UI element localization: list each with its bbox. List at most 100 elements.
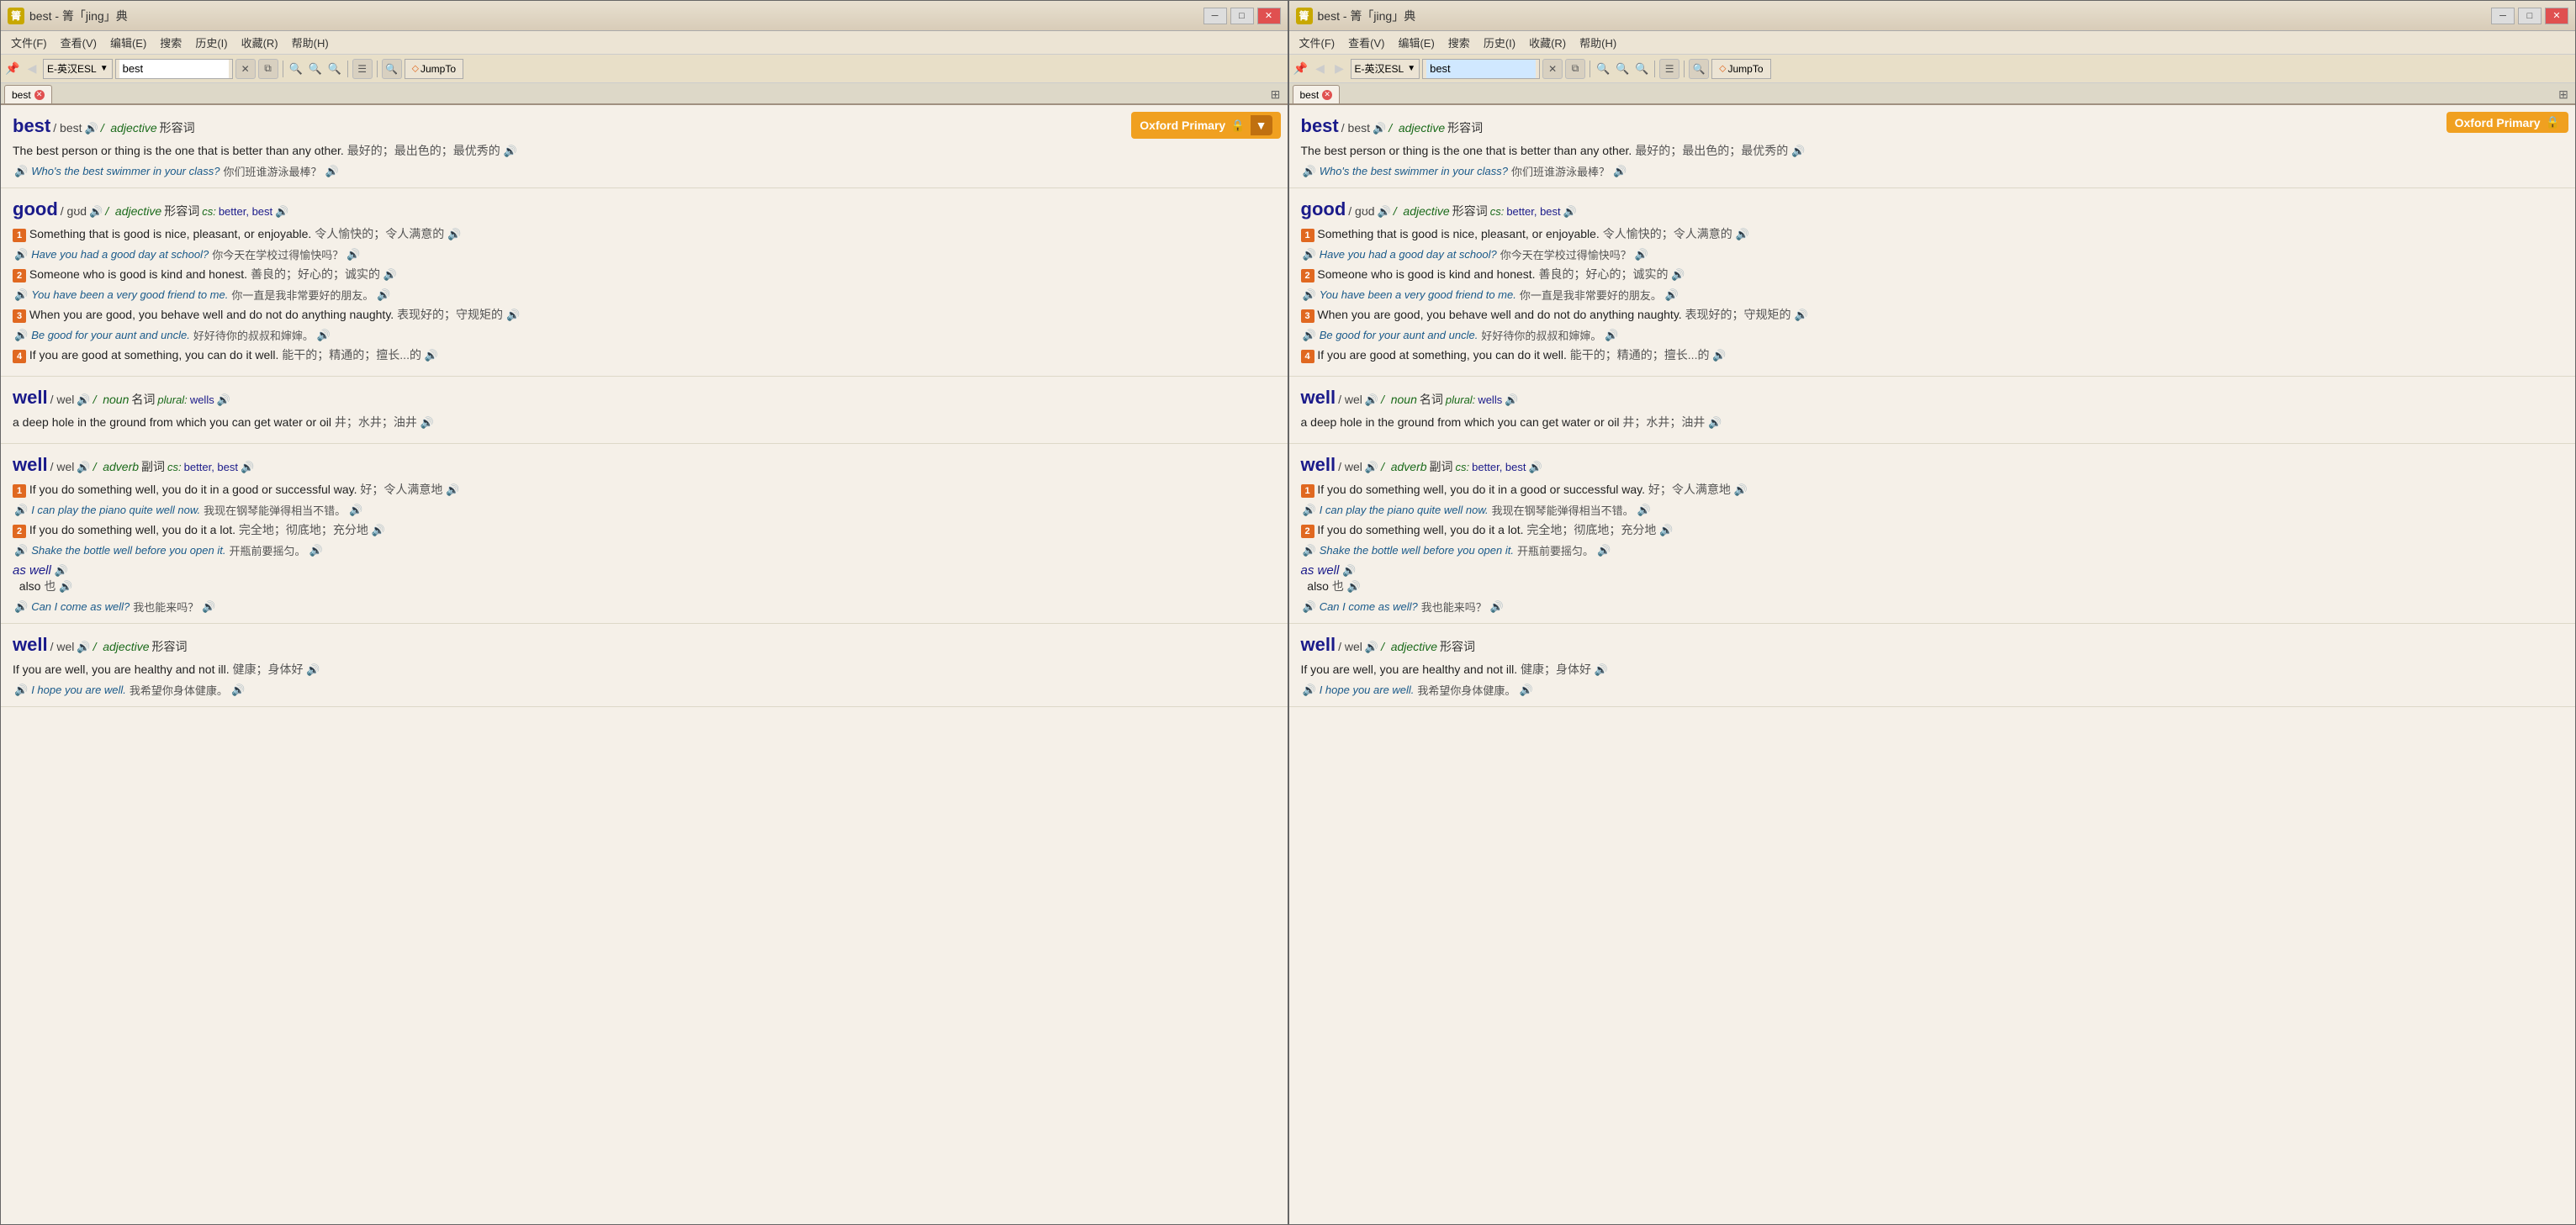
content-area-right[interactable]: Oxford Primary 🔒 best / best 🔊 / adjecti…	[1289, 105, 2576, 1224]
sound-icon-best-right[interactable]: 🔊	[1373, 122, 1386, 135]
tab-close-best-left[interactable]: ✕	[34, 90, 45, 100]
sound-ex-good-3-left[interactable]: 🔊	[14, 329, 28, 342]
sound-icon-well-adv-right[interactable]: 🔊	[1365, 461, 1378, 474]
sound-ex-well-adv-2-right[interactable]: 🔊	[1303, 544, 1316, 557]
back-button-right[interactable]: ◀	[1312, 61, 1329, 77]
back-button-left[interactable]: ◀	[24, 61, 40, 77]
copy-button-right[interactable]: ⧉	[1565, 59, 1585, 79]
menu-help-left[interactable]: 帮助(H)	[285, 33, 336, 52]
sound-icon-good-left[interactable]: 🔊	[89, 205, 103, 219]
sound-ex-well-adv-2-left[interactable]: 🔊	[14, 544, 28, 557]
minimize-button-left[interactable]: ─	[1203, 8, 1227, 24]
zoom-out-right[interactable]: 🔍	[1614, 61, 1631, 77]
sound-cs-well-noun-right[interactable]: 🔊	[1505, 393, 1518, 407]
search-clear-left[interactable]: ✕	[235, 59, 256, 79]
sound-icon-well-adj-right[interactable]: 🔊	[1365, 641, 1378, 654]
sound-def-good-1-right[interactable]: 🔊	[1736, 228, 1749, 240]
oxford-dropdown-left[interactable]: ▼	[1251, 115, 1272, 135]
sound-ex-well-adv-1-left[interactable]: 🔊	[14, 504, 28, 517]
menu-file-left[interactable]: 文件(F)	[4, 33, 54, 52]
sound-def-well-adv-2-right[interactable]: 🔊	[1659, 524, 1673, 536]
sound-exzh-as-well-right[interactable]: 🔊	[1490, 600, 1504, 614]
content-area-left[interactable]: Oxford Primary 🔒 ▼ best / best 🔊 / adjec…	[1, 105, 1288, 1224]
tab-extra-right[interactable]: ⊞	[2555, 86, 2572, 103]
sound-def-well-adv-1-left[interactable]: 🔊	[446, 483, 459, 496]
menu-search-right[interactable]: 搜索	[1441, 33, 1477, 52]
sound-def-best-1-left[interactable]: 🔊	[504, 145, 517, 157]
sound-ex-zh-best-1-left[interactable]: 🔊	[325, 165, 338, 178]
menu-favorites-right[interactable]: 收藏(R)	[1522, 33, 1573, 52]
extra-btn-left[interactable]: ☰	[352, 59, 373, 79]
menu-edit-left[interactable]: 编辑(E)	[103, 33, 153, 52]
menu-view-right[interactable]: 查看(V)	[1341, 33, 1391, 52]
sound-ex-good-2-left[interactable]: 🔊	[14, 288, 28, 302]
tab-best-right[interactable]: best ✕	[1293, 85, 1341, 103]
jumpto-button-left[interactable]: ⬦ JumpTo	[405, 59, 463, 79]
menu-file-right[interactable]: 文件(F)	[1293, 33, 1342, 52]
sound-cs-well-adv-right[interactable]: 🔊	[1529, 461, 1542, 474]
sound-def-good-4-left[interactable]: 🔊	[425, 349, 438, 362]
sound-def-well-noun-1-left[interactable]: 🔊	[421, 416, 434, 429]
sound-exzh-well-adj-1-left[interactable]: 🔊	[231, 684, 245, 697]
zoom-out-left[interactable]: 🔍	[307, 61, 324, 77]
search-input-right[interactable]	[1426, 60, 1536, 78]
sound-exzh-good-3-left[interactable]: 🔊	[317, 329, 331, 342]
zoom-in-left[interactable]: 🔍	[288, 61, 304, 77]
sound-ex-good-1-right[interactable]: 🔊	[1303, 248, 1316, 261]
sound-def-well-adj-1-right[interactable]: 🔊	[1595, 663, 1608, 676]
tab-close-best-right[interactable]: ✕	[1322, 90, 1332, 100]
sound-exzh-good-3-right[interactable]: 🔊	[1605, 329, 1618, 342]
sound-exzh-well-adv-1-left[interactable]: 🔊	[349, 504, 362, 517]
pin-button-right[interactable]: 📌	[1293, 61, 1309, 77]
zoom-in-right[interactable]: 🔍	[1595, 61, 1611, 77]
maximize-button-right[interactable]: □	[2518, 8, 2542, 24]
sound-def-well-adv-2-left[interactable]: 🔊	[372, 524, 385, 536]
sound-ex-well-adv-1-right[interactable]: 🔊	[1303, 504, 1316, 517]
sound-cs-good-left[interactable]: 🔊	[275, 205, 288, 219]
menu-search-left[interactable]: 搜索	[153, 33, 188, 52]
sound-exzh-well-adv-2-right[interactable]: 🔊	[1597, 544, 1611, 557]
sound-exzh-well-adv-2-left[interactable]: 🔊	[309, 544, 322, 557]
sound-cs-well-noun-left[interactable]: 🔊	[217, 393, 230, 407]
menu-edit-right[interactable]: 编辑(E)	[1391, 33, 1441, 52]
pin-button-left[interactable]: 📌	[4, 61, 21, 77]
sound-icon-well-adj-left[interactable]: 🔊	[77, 641, 90, 654]
search-box-left[interactable]	[115, 59, 233, 79]
tab-extra-left[interactable]: ⊞	[1267, 86, 1284, 103]
sound-as-well-right[interactable]: 🔊	[1342, 564, 1356, 577]
sound-ex-good-1-left[interactable]: 🔊	[14, 248, 28, 261]
sound-ex-well-adj-1-right[interactable]: 🔊	[1303, 684, 1316, 697]
search-input-left[interactable]	[119, 60, 229, 78]
sound-def-as-well-right[interactable]: 🔊	[1347, 580, 1361, 593]
tab-best-left[interactable]: best ✕	[4, 85, 52, 103]
sound-def-best-1-right[interactable]: 🔊	[1791, 145, 1805, 157]
close-button-right[interactable]: ✕	[2545, 8, 2568, 24]
sound-exzh-well-adv-1-right[interactable]: 🔊	[1637, 504, 1651, 517]
oxford-badge-right[interactable]: Oxford Primary 🔒	[2446, 112, 2568, 133]
find-left[interactable]: 🔍	[326, 61, 343, 77]
sound-def-good-2-left[interactable]: 🔊	[383, 268, 397, 281]
minimize-button-right[interactable]: ─	[2491, 8, 2515, 24]
menu-help-right[interactable]: 帮助(H)	[1573, 33, 1623, 52]
sound-exzh-good-1-left[interactable]: 🔊	[346, 248, 360, 261]
sound-ex-best-1-left[interactable]: 🔊	[14, 165, 28, 178]
forward-button-right[interactable]: ▶	[1331, 61, 1348, 77]
sound-as-well-left[interactable]: 🔊	[54, 564, 67, 577]
sound-ex-zh-best-1-right[interactable]: 🔊	[1613, 165, 1627, 178]
extra-btn-right[interactable]: ☰	[1659, 59, 1679, 79]
sound-icon-best-left[interactable]: 🔊	[85, 122, 98, 135]
sound-def-well-noun-1-right[interactable]: 🔊	[1708, 416, 1722, 429]
sound-exzh-good-1-right[interactable]: 🔊	[1635, 248, 1648, 261]
sound-def-good-1-left[interactable]: 🔊	[447, 228, 461, 240]
sound-icon-well-adv-left[interactable]: 🔊	[77, 461, 90, 474]
sound-ex-as-well-right[interactable]: 🔊	[1303, 600, 1316, 614]
sound-cs-well-adv-left[interactable]: 🔊	[241, 461, 254, 474]
sound-def-as-well-left[interactable]: 🔊	[59, 580, 72, 593]
sound-def-good-4-right[interactable]: 🔊	[1712, 349, 1726, 362]
sound-exzh-good-2-right[interactable]: 🔊	[1665, 288, 1679, 302]
sound-def-good-2-right[interactable]: 🔊	[1671, 268, 1685, 281]
sound-exzh-good-2-left[interactable]: 🔊	[377, 288, 390, 302]
search-icon-left[interactable]: 🔍	[382, 59, 402, 79]
sound-def-well-adv-1-right[interactable]: 🔊	[1734, 483, 1748, 496]
sound-ex-good-2-right[interactable]: 🔊	[1303, 288, 1316, 302]
